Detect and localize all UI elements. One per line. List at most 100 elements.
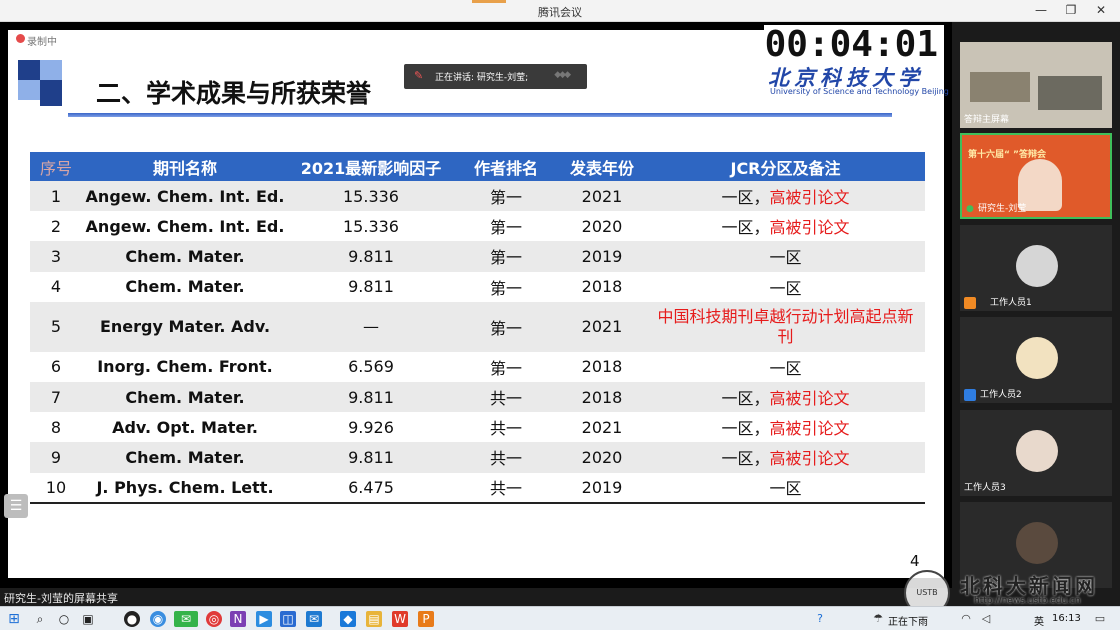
impact-factor: 6.569 bbox=[288, 351, 454, 382]
author-rank: 第一 bbox=[454, 211, 558, 242]
row-number: 8 bbox=[30, 412, 82, 443]
impact-factor: — bbox=[288, 301, 454, 352]
cortana-icon[interactable]: ○ bbox=[56, 611, 72, 627]
app-icon[interactable]: ▶ bbox=[256, 611, 272, 627]
journal-name: Adv. Opt. Mater. bbox=[82, 412, 288, 443]
user-icon bbox=[964, 297, 976, 309]
avatar bbox=[1016, 522, 1058, 564]
jcr-zone: 一区 bbox=[646, 351, 925, 382]
restore-button[interactable]: ❐ bbox=[1060, 3, 1082, 17]
publish-year: 2021 bbox=[558, 412, 646, 443]
header-cell: 发表年份 bbox=[558, 152, 646, 181]
screen-share-label: 研究生-刘莹的屏幕共享 bbox=[4, 592, 118, 605]
author-rank: 第一 bbox=[454, 271, 558, 302]
impact-factor: 9.811 bbox=[288, 241, 454, 272]
participant-tile[interactable]: 工作人员3 bbox=[960, 410, 1112, 496]
wps-icon[interactable]: W bbox=[392, 611, 408, 627]
video-frame bbox=[970, 72, 1030, 102]
zone-text: 一区 bbox=[769, 248, 802, 268]
remark-text: 高被引论文 bbox=[769, 419, 850, 439]
participant-tile[interactable]: 答辩主屏幕 bbox=[960, 42, 1112, 128]
chrome-icon[interactable]: ◉ bbox=[150, 611, 166, 627]
clock[interactable]: 16:13 bbox=[1052, 613, 1081, 624]
impact-factor: 15.336 bbox=[288, 181, 454, 212]
screen-share-bar: 研究生-刘莹的屏幕共享 bbox=[0, 588, 952, 606]
publish-year: 2021 bbox=[558, 181, 646, 212]
zone-text: 一区， bbox=[721, 419, 770, 439]
table-row: 9 Chem. Mater. 9.811 共一 2020 一区，高被引论文 bbox=[30, 442, 925, 473]
avatar bbox=[1016, 337, 1058, 379]
weather-text: 正在下雨 bbox=[888, 617, 928, 628]
notification-icon[interactable]: ▭ bbox=[1092, 611, 1108, 627]
table-header-row: 序号 期刊名称 2021最新影响因子 作者排名 发表年份 JCR分区及备注 bbox=[30, 152, 925, 181]
zone-text: 一区 bbox=[769, 358, 802, 378]
header-cell: JCR分区及备注 bbox=[646, 152, 925, 181]
row-number: 7 bbox=[30, 381, 82, 413]
table-row: 5 Energy Mater. Adv. — 第一 2021 中国科技期刊卓越行… bbox=[30, 301, 925, 352]
author-rank: 共一 bbox=[454, 472, 558, 504]
journal-name: Chem. Mater. bbox=[82, 271, 288, 302]
remark-text: 高被引论文 bbox=[769, 188, 850, 208]
jcr-zone: 一区，高被引论文 bbox=[646, 442, 925, 473]
help-icon[interactable]: ? bbox=[812, 611, 828, 627]
journal-name: Chem. Mater. bbox=[82, 241, 288, 272]
deco-square-icon bbox=[18, 60, 40, 80]
zone-text: 一区 bbox=[769, 479, 802, 499]
publish-year: 2018 bbox=[558, 381, 646, 413]
table-row: 3 Chem. Mater. 9.811 第一 2019 一区 bbox=[30, 241, 925, 272]
journal-name: Energy Mater. Adv. bbox=[82, 301, 288, 352]
avatar bbox=[1016, 245, 1058, 287]
author-rank: 第一 bbox=[454, 351, 558, 382]
publications-table: 序号 期刊名称 2021最新影响因子 作者排名 发表年份 JCR分区及备注 1 … bbox=[30, 152, 925, 504]
publish-year: 2018 bbox=[558, 271, 646, 302]
toolbar-toggle-icon[interactable]: ☰ bbox=[4, 494, 28, 518]
publish-year: 2020 bbox=[558, 211, 646, 242]
onenote-icon[interactable]: N bbox=[230, 611, 246, 627]
ime-indicator[interactable]: 英 bbox=[1034, 613, 1044, 628]
table-row: 6 Inorg. Chem. Front. 6.569 第一 2018 一区 bbox=[30, 351, 925, 382]
journal-name: Angew. Chem. Int. Ed. bbox=[82, 181, 288, 212]
search-icon[interactable]: ⌕ bbox=[32, 611, 48, 627]
deco-square-icon bbox=[40, 80, 62, 106]
volume-icon[interactable]: ◁ bbox=[978, 611, 994, 627]
remark-text: 中国科技期刊卓越行动计划高起点新刊 bbox=[646, 301, 925, 352]
participant-tile[interactable]: 工作人员1 bbox=[960, 225, 1112, 311]
publish-year: 2021 bbox=[558, 301, 646, 352]
table-row: 7 Chem. Mater. 9.811 共一 2018 一区，高被引论文 bbox=[30, 381, 925, 413]
jcr-zone: 一区，高被引论文 bbox=[646, 181, 925, 212]
impact-factor: 6.475 bbox=[288, 472, 454, 504]
mail-icon[interactable]: ✉ bbox=[306, 611, 322, 627]
row-number: 4 bbox=[30, 271, 82, 302]
wps-ppt-icon[interactable]: P bbox=[418, 611, 434, 627]
windows-start-icon[interactable]: ⊞ bbox=[6, 611, 22, 627]
qq-icon[interactable]: ● bbox=[124, 611, 140, 627]
netease-icon[interactable]: ◎ bbox=[206, 611, 222, 627]
windows-taskbar: ⊞ ⌕ ○ ▣ ● ◉ ✉ ◎ N ▶ ◫ ✉ ◆ ▤ W P ? ☂ 正在下雨… bbox=[0, 606, 1120, 630]
close-button[interactable]: ✕ bbox=[1090, 3, 1112, 17]
wechat-icon[interactable]: ✉ bbox=[174, 611, 198, 627]
participant-name: 研究生-刘莹 bbox=[978, 204, 1027, 214]
folder-icon[interactable]: ▤ bbox=[366, 611, 382, 627]
minimize-button[interactable]: — bbox=[1030, 3, 1052, 17]
task-view-icon[interactable]: ▣ bbox=[80, 611, 96, 627]
slide-heading: 二、学术成果与所获荣誉 bbox=[96, 79, 372, 108]
impact-factor: 9.926 bbox=[288, 412, 454, 443]
participants-panel: 答辩主屏幕 第十六届“ ”答辩会 研究生-刘莹 ● 工作人员1 工作人员2 工作… bbox=[952, 22, 1120, 606]
deco-square-icon bbox=[18, 80, 40, 100]
author-rank: 第一 bbox=[454, 241, 558, 272]
row-number: 2 bbox=[30, 211, 82, 242]
impact-factor: 9.811 bbox=[288, 271, 454, 302]
participant-tile[interactable]: 工作人员2 bbox=[960, 317, 1112, 403]
tencent-meeting-icon[interactable]: ◆ bbox=[340, 611, 356, 627]
network-icon[interactable]: ◠ bbox=[958, 611, 974, 627]
table-row: 1 Angew. Chem. Int. Ed. 15.336 第一 2021 一… bbox=[30, 181, 925, 212]
participant-tile[interactable]: 第十六届“ ”答辩会 研究生-刘莹 ● bbox=[960, 133, 1112, 219]
app-icon[interactable]: ◫ bbox=[280, 611, 296, 627]
journal-name: Chem. Mater. bbox=[82, 381, 288, 413]
participant-name: 工作人员2 bbox=[980, 390, 1022, 400]
header-cell: 序号 bbox=[30, 152, 82, 181]
recording-icon bbox=[16, 34, 25, 43]
row-number: 10 bbox=[30, 472, 82, 504]
publish-year: 2020 bbox=[558, 442, 646, 473]
table-row: 2 Angew. Chem. Int. Ed. 15.336 第一 2020 一… bbox=[30, 211, 925, 242]
